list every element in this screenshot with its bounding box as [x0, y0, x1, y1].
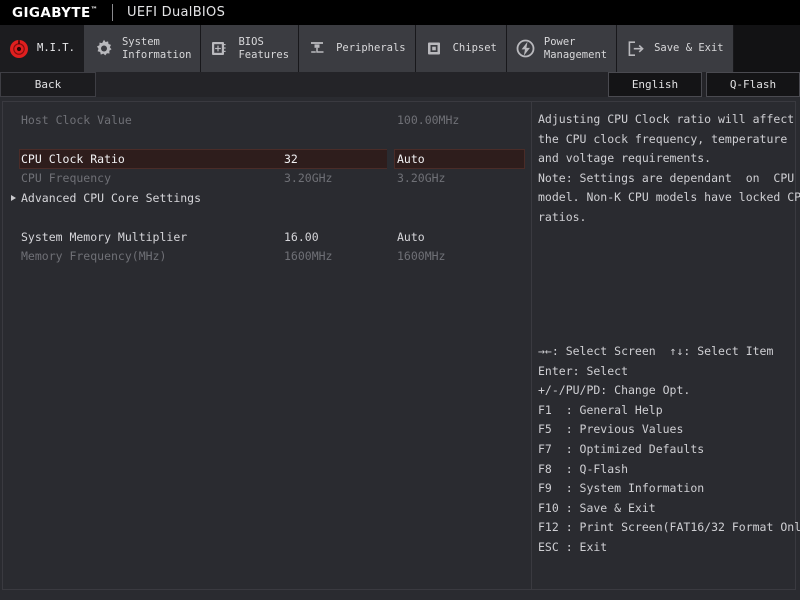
tab-bios-features[interactable]: BIOS Features [201, 25, 300, 72]
setting-option-value: 3.20GHz [397, 171, 446, 186]
setting-label: CPU Clock Ratio [21, 151, 125, 166]
settings-row[interactable]: CPU Clock Ratio 32 Auto [3, 149, 531, 169]
tab-label: System Information [121, 36, 192, 61]
exit-arrow-icon [625, 38, 647, 60]
setting-current-value: 3.20GHz [284, 171, 333, 186]
gear-icon [93, 38, 115, 60]
brand-divider [112, 4, 113, 21]
help-description: Adjusting CPU Clock ratio will affect the… [538, 110, 800, 227]
trademark-mark: ™ [90, 5, 98, 13]
setting-label: CPU Frequency [21, 171, 112, 186]
shortcut-line: F12 : Print Screen(FAT16/32 Format Only) [538, 520, 800, 535]
chip-plus-icon [209, 38, 231, 60]
back-button[interactable]: Back [0, 72, 96, 97]
back-button-label: Back [34, 78, 62, 91]
shortcut-line: Enter: Select [538, 363, 629, 378]
brand-bar: GIGABYTE™ UEFI DualBIOS [0, 0, 800, 25]
tab-chipset[interactable]: Chipset [415, 25, 507, 72]
setting-label: Advanced CPU Core Settings [21, 190, 202, 205]
help-line: Note: Settings are dependant on CPU [538, 170, 795, 185]
help-spacer [538, 227, 791, 342]
connector-icon [307, 38, 329, 60]
shortcut-line: +/-/PU/PD: Change Opt. [538, 383, 691, 398]
qflash-button-label: Q-Flash [729, 78, 777, 91]
setting-current-value[interactable]: 16.00 [284, 230, 319, 244]
help-line: the CPU clock frequency, temperature [538, 131, 788, 146]
content-body: Host Clock Value 100.00MHz CPU Clock Ratio… [0, 97, 800, 600]
target-dial-icon [8, 38, 30, 60]
tab-label: Chipset [452, 42, 497, 55]
brand-subtitle: UEFI DualBIOS [127, 5, 226, 20]
setting-option-value[interactable]: Auto [397, 230, 425, 244]
setting-option-value: 1600MHz [397, 249, 446, 264]
help-panel: Adjusting CPU Clock ratio will affect the… [532, 101, 800, 590]
setting-current-value: 1600MHz [284, 249, 333, 264]
language-button-label: English [631, 78, 679, 91]
settings-panel: Host Clock Value 100.00MHz CPU Clock Ratio… [2, 101, 532, 590]
language-button[interactable]: English [608, 72, 702, 97]
tab-label: M.I.T. [37, 42, 75, 55]
shortcut-line: F9 : System Information [538, 481, 705, 496]
tab-peripherals[interactable]: Peripherals [299, 25, 416, 72]
tab-label: Save & Exit [654, 42, 724, 55]
qflash-button[interactable]: Q-Flash [706, 72, 800, 97]
shortcut-line: F1 : General Help [538, 402, 663, 417]
sub-tool-bar: Back English Q-Flash [0, 72, 800, 97]
setting-option-value: 100.00MHz [397, 112, 460, 127]
row-spacer [3, 130, 531, 150]
setting-option-value[interactable]: Auto [397, 152, 425, 166]
tab-label: Power Management [543, 36, 608, 61]
settings-row: Host Clock Value 100.00MHz [3, 110, 531, 130]
shortcut-line: →←: Select Screen ↑↓: Select Item [538, 344, 774, 358]
help-line: model. Non-K CPU models have locked CPU [538, 190, 800, 204]
help-line: ratios. [538, 209, 587, 224]
main-tab-bar: M.I.T. System Information BIOS Features … [0, 25, 800, 72]
setting-label: System Memory Multiplier [21, 229, 188, 244]
shortcut-line: F8 : Q-Flash [538, 461, 629, 476]
subbar-right-group: English Q-Flash [604, 72, 800, 97]
submenu-arrow-icon [11, 194, 16, 201]
keyboard-shortcuts: →←: Select Screen ↑↓: Select Item Enter: … [538, 342, 800, 558]
shortcut-line: F10 : Save & Exit [538, 500, 656, 515]
tab-m-i-t[interactable]: M.I.T. [0, 25, 85, 72]
tab-label: Peripherals [336, 42, 406, 55]
gigabyte-logo: GIGABYTE™ [12, 4, 98, 21]
settings-row: Memory Frequency(MHz) 1600MHz 1600MHz [3, 247, 531, 267]
shortcut-line: ESC : Exit [538, 539, 608, 554]
shortcut-line: F7 : Optimized Defaults [538, 441, 705, 456]
tab-system-information[interactable]: System Information [84, 25, 202, 72]
setting-label: Host Clock Value [21, 112, 132, 127]
chipset-icon [424, 38, 446, 60]
tab-label: BIOS Features [238, 36, 290, 61]
shortcut-line: F5 : Previous Values [538, 422, 684, 437]
row-spacer [3, 208, 531, 228]
power-bolt-icon [515, 38, 537, 60]
tab-power-management[interactable]: Power Management [506, 25, 618, 72]
setting-label: Memory Frequency(MHz) [21, 249, 167, 264]
help-line: Adjusting CPU Clock ratio will affect [538, 112, 795, 126]
help-line: and voltage requirements. [538, 151, 712, 165]
settings-submenu-row[interactable]: Advanced CPU Core Settings [3, 188, 531, 208]
settings-row[interactable]: System Memory Multiplier 16.00 Auto [3, 227, 531, 247]
tab-save-exit[interactable]: Save & Exit [617, 25, 734, 72]
settings-row: CPU Frequency 3.20GHz 3.20GHz [3, 169, 531, 189]
setting-current-value[interactable]: 32 [284, 152, 298, 166]
